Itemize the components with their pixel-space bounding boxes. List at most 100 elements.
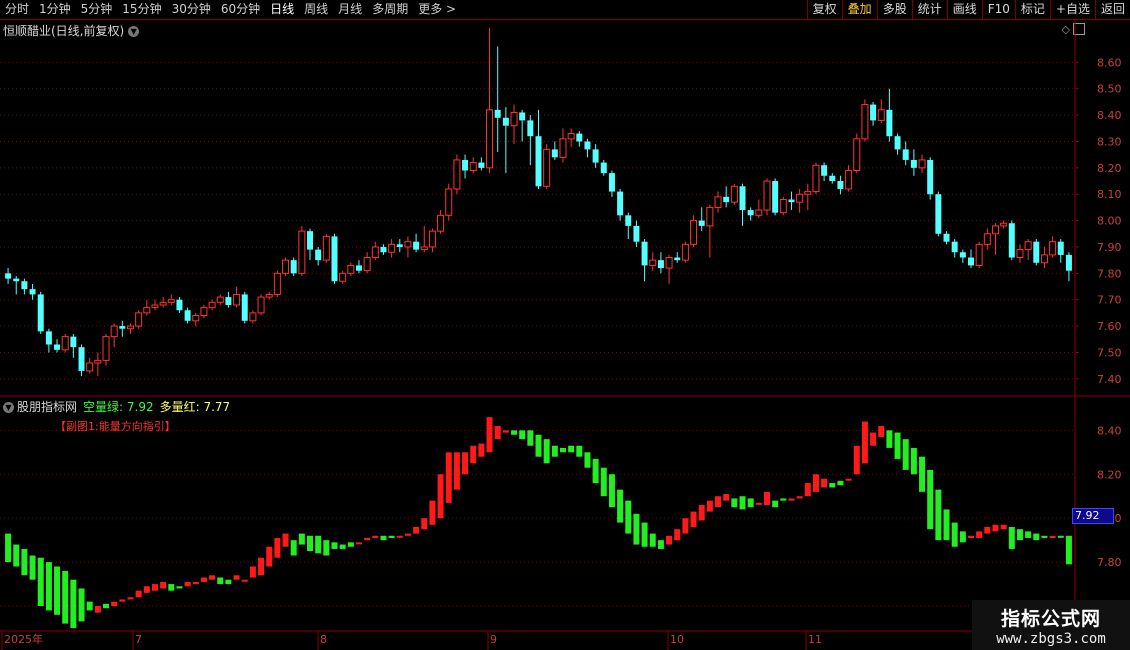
candle-body-78 [641,241,648,266]
candle-body-86 [706,206,714,227]
candle-body-25 [208,301,216,309]
energy-bar-68 [559,447,566,453]
energy-bar-85 [698,505,705,521]
energy-bar-10 [86,601,93,611]
energy-bar-86 [706,500,713,512]
candle-body-4 [37,294,44,332]
xaxis-label-0: 2025年 [4,632,43,646]
xaxis-label-2: 8 [320,633,327,646]
candle-body-106 [870,104,877,121]
candle-body-3 [29,289,36,295]
energy-bar-80 [657,540,664,549]
energy-bar-126 [1033,533,1040,541]
energy-bar-16 [135,590,142,598]
energy-bar-55 [453,452,460,490]
candle-body-68 [559,138,567,158]
candle-body-85 [698,220,705,226]
candle-body-125 [1024,241,1032,251]
energy-bar-28 [233,575,240,580]
candle-body-127 [1040,254,1048,264]
candle-body-98 [804,191,812,195]
energy-bar-57 [470,445,477,464]
candle-body-82 [674,257,681,261]
energy-bar-119 [976,531,983,538]
energy-bar-66 [543,439,550,464]
candle-body-23 [192,315,200,322]
candle-body-59 [486,109,494,169]
energy-bar-73 [600,467,607,497]
candle-body-84 [690,220,698,245]
main-tick-label-11: 7.50 [1097,346,1122,359]
candle-body-83 [681,243,689,261]
energy-bar-46 [380,535,387,541]
candle-body-53 [437,214,445,232]
candle-body-40 [331,236,338,282]
energy-bar-90 [739,496,746,510]
energy-bar-25 [209,575,216,580]
candle-body-38 [315,249,322,261]
candle-body-117 [959,252,966,258]
candle-body-91 [747,210,754,216]
energy-bar-115 [943,509,950,541]
watermark: 指标公式网 www.zbgs3.com [972,600,1130,650]
energy-bar-59 [486,417,493,453]
candle-body-33 [273,272,281,295]
candle-body-100 [821,165,828,176]
energy-bar-84 [690,511,697,527]
candle-body-27 [225,297,232,305]
candle-body-6 [54,344,61,350]
candle-body-5 [45,331,52,345]
energy-bar-6 [54,566,61,615]
kline-chart[interactable]: 8.60 8.50 8.40 8.30 8.20 8.10 8.00 7.90 7.80 7.70… [0,0,1130,650]
candle-body-10 [86,362,94,372]
energy-bar-11 [94,606,101,613]
candle-body-75 [617,191,624,216]
energy-bar-40 [331,542,338,549]
candle-body-88 [723,196,730,203]
candle-body-49 [404,241,412,248]
energy-bar-20 [168,584,175,591]
energy-bar-79 [649,533,656,547]
candle-body-87 [714,196,722,208]
energy-bar-32 [266,546,273,567]
candle-body-65 [535,136,542,187]
candle-body-50 [413,241,420,250]
energy-bar-108 [886,430,893,448]
candle-body-73 [600,162,607,174]
candle-body-97 [796,193,804,203]
candle-body-46 [380,246,387,253]
candle-body-7 [61,336,69,351]
energy-bar-83 [682,518,689,534]
candle-body-62 [510,111,518,127]
main-tick-label-5: 8.10 [1097,188,1122,201]
candle-body-43 [355,265,362,271]
candle-body-1 [13,278,20,282]
energy-bar-3 [29,555,36,580]
energy-bar-109 [894,432,901,459]
energy-bar-64 [527,430,534,446]
energy-bar-123 [1008,526,1015,549]
candle-body-55 [453,159,461,190]
energy-bar-65 [535,434,542,457]
candle-body-103 [845,169,853,190]
energy-bar-75 [617,489,624,523]
candle-body-61 [502,117,509,126]
main-tick-label-7: 7.90 [1097,241,1122,254]
candle-body-8 [70,336,77,348]
main-tick-label-12: 7.40 [1097,373,1122,386]
candle-body-116 [951,241,958,253]
energy-bar-118 [967,535,974,538]
candle-body-20 [167,299,175,303]
energy-bar-61 [502,430,509,433]
candle-body-24 [200,307,208,317]
energy-bar-120 [984,526,991,534]
energy-bar-67 [551,445,558,457]
candle-body-52 [428,230,436,248]
candle-body-15 [126,325,134,330]
candle-body-9 [78,347,85,371]
energy-bar-1 [13,544,20,567]
xaxis-label-5: 11 [808,633,822,646]
candle-body-80 [657,260,664,269]
energy-bar-101 [829,483,836,488]
energy-bar-30 [249,566,256,578]
